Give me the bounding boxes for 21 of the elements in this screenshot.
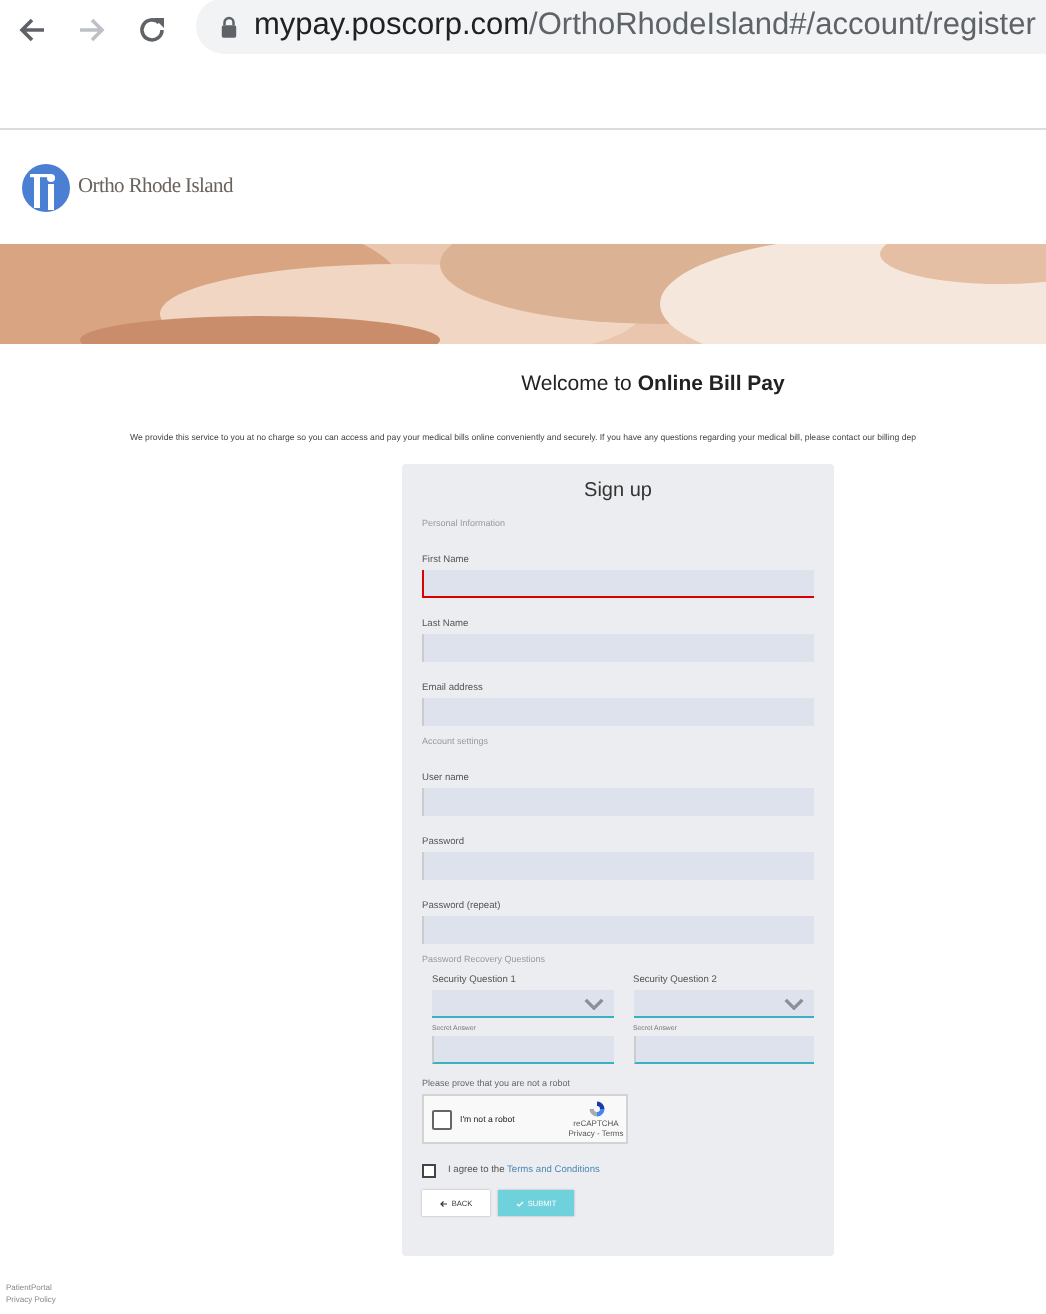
input-field[interactable] [422,570,814,598]
logo-icon [22,163,70,211]
chevron-icon [784,997,804,1009]
logo-text: Ortho Rhode Island [78,176,233,198]
input-field[interactable] [432,1036,613,1064]
arrow-left-icon [439,1199,448,1207]
check-icon [515,1199,524,1207]
dropdown[interactable] [432,990,613,1018]
url-text: mypay.poscorp.com/OrthoRhodeIsland#/account/register [254,8,1036,44]
signup-title: Sign up [582,480,654,506]
terms-checkbox[interactable] [422,1164,436,1178]
input-field[interactable] [633,1036,814,1064]
back-icon[interactable] [16,14,48,46]
address-bar[interactable]: mypay.poscorp.com/OrthoRhodeIsland#/account/register [196,0,1046,54]
welcome-heading: Welcome to Online Bill Pay [519,372,787,396]
chevron-icon [583,997,603,1009]
reload-icon[interactable] [136,14,168,46]
recaptcha-icon [587,1100,605,1118]
dropdown[interactable] [633,990,814,1018]
lock-icon [220,15,238,37]
captcha-checkbox[interactable] [432,1109,452,1129]
